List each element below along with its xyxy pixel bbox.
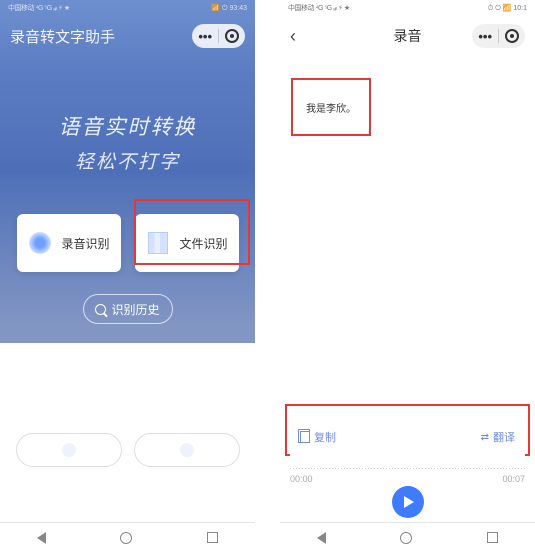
copy-icon [300,431,310,443]
play-button[interactable] [392,486,424,518]
status-battery: ⏱ ⏻ 📶 10:1 [488,4,527,13]
hero-line-1: 语音实时转换 [0,111,255,141]
nav-back-icon[interactable] [317,532,326,544]
more-icon[interactable]: ••• [198,30,212,43]
status-carrier: 中国移动 ⁴G ⁵G ₐₗₗ ⚡︎ ★ [8,3,70,13]
copy-button[interactable]: 复制 [300,429,336,445]
transcription-text: 我是李欣。 [306,100,356,115]
page-title: 录音 [394,26,422,46]
translate-button[interactable]: ⇄ 翻译 [481,429,515,445]
status-bar: 中国移动 ⁴G ⁵G ₐₗₗ ⚡︎ ★ 📶 ⏻ 93:43 [0,0,255,16]
card-file-recognition[interactable]: 文件识别 [135,214,239,272]
pill-button-2[interactable] [134,433,240,467]
close-target-icon[interactable] [225,29,239,43]
translate-icon: ⇄ [481,432,489,443]
search-icon [95,304,106,315]
nav-home-icon[interactable] [120,532,132,544]
pill-icon [62,443,76,457]
capsule-sep [218,29,219,43]
nav-recent-icon[interactable] [207,532,218,543]
phone-screen-1: 中国移动 ⁴G ⁵G ₐₗₗ ⚡︎ ★ 📶 ⏻ 93:43 录音转文字助手 ••… [0,0,255,552]
close-target-icon[interactable] [505,29,519,43]
microphone-icon [27,230,53,256]
pill-icon [180,443,194,457]
card-audio-recognition[interactable]: 录音识别 [17,214,121,272]
pill-button-1[interactable] [16,433,122,467]
history-button[interactable]: 识别历史 [83,294,173,324]
android-navbar[interactable] [0,522,255,552]
copy-label: 复制 [314,429,336,445]
audio-timeline[interactable]: 00:00 00:07 [290,474,525,484]
hero-line-2: 轻松不打字 [0,147,255,174]
capsule-sep [498,29,499,43]
result-toolbar: 复制 ⇄ 翻译 [290,418,525,456]
nav-back-icon[interactable] [37,532,46,544]
nav-home-icon[interactable] [400,532,412,544]
card-audio-label: 录音识别 [61,235,109,252]
status-carrier: 中国移动 ⁴G ⁵G ₐₗₗ ⚡︎ ★ [288,3,350,13]
file-icon [145,230,171,256]
status-bar: 中国移动 ⁴G ⁵G ₐₗₗ ⚡︎ ★ ⏱ ⏻ 📶 10:1 [280,0,535,16]
transcription-result-box: 我是李欣。 [291,78,371,136]
more-icon[interactable]: ••• [478,30,492,43]
hero-slogan: 语音实时转换 轻松不打字 [0,111,255,174]
history-label: 识别历史 [111,301,159,318]
time-start: 00:00 [290,474,313,484]
phone-screen-2: 中国移动 ⁴G ⁵G ₐₗₗ ⚡︎ ★ ⏱ ⏻ 📶 10:1 ‹ 录音 ••• … [280,0,535,552]
miniapp-capsule[interactable]: ••• [192,24,245,48]
time-end: 00:07 [502,474,525,484]
back-button[interactable]: ‹ [290,26,296,47]
status-battery: 📶 ⏻ 93:43 [211,4,247,13]
android-navbar[interactable] [280,522,535,552]
translate-label: 翻译 [493,429,515,445]
bottom-pill-row [0,433,255,467]
card-file-label: 文件识别 [179,235,227,252]
app-title: 录音转文字助手 [10,26,115,47]
nav-recent-icon[interactable] [487,532,498,543]
miniapp-capsule[interactable]: ••• [472,24,525,48]
